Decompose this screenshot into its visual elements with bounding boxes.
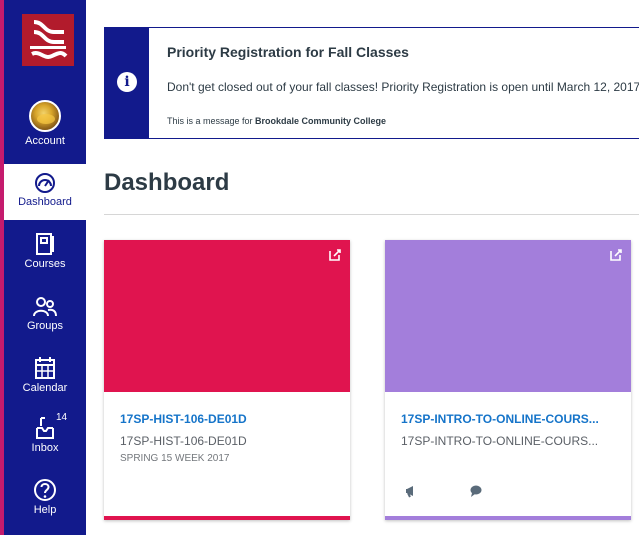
announcement-footer-prefix: This is a message for bbox=[167, 116, 256, 126]
nav-help[interactable]: Help bbox=[4, 478, 86, 516]
course-card-title[interactable]: 17SP-HIST-106-DE01D bbox=[120, 412, 247, 426]
nav-calendar[interactable]: Calendar bbox=[4, 356, 86, 394]
nav-help-label: Help bbox=[33, 504, 57, 516]
calendar-icon bbox=[35, 357, 55, 379]
inbox-unread-count: 14 bbox=[56, 412, 68, 423]
nav-groups[interactable]: Groups bbox=[4, 296, 86, 332]
nav-account[interactable]: Account bbox=[4, 100, 86, 147]
help-icon bbox=[34, 479, 56, 501]
announcement-title: Priority Registration for Fall Classes bbox=[167, 44, 409, 60]
announcement-footer-org: Brookdale Community College bbox=[255, 116, 387, 126]
course-card-color-strip bbox=[104, 516, 350, 520]
account-avatar bbox=[29, 100, 61, 132]
announcement-icon-bar: i bbox=[105, 28, 149, 138]
global-nav: Account Dashboard Courses Groups Calenda… bbox=[0, 0, 86, 535]
course-card-code: 17SP-HIST-106-DE01D bbox=[120, 434, 247, 448]
course-card-color-strip bbox=[385, 516, 631, 520]
dashboard-icon bbox=[35, 173, 55, 193]
nav-inbox[interactable]: 14 Inbox bbox=[4, 412, 86, 454]
college-logo[interactable] bbox=[22, 14, 74, 66]
course-card-intro[interactable]: 17SP-INTRO-TO-ONLINE-COURS... 17SP-INTRO… bbox=[385, 240, 631, 520]
inbox-icon bbox=[36, 417, 54, 439]
nav-courses[interactable]: Courses bbox=[4, 232, 86, 270]
nav-courses-label: Courses bbox=[24, 258, 66, 270]
nav-groups-label: Groups bbox=[26, 320, 64, 332]
nav-account-label: Account bbox=[25, 135, 65, 147]
announcement-body: Don't get closed out of your fall classe… bbox=[167, 80, 639, 94]
course-card-hist[interactable]: 17SP-HIST-106-DE01D 17SP-HIST-106-DE01D … bbox=[104, 240, 350, 520]
course-card-code: 17SP-INTRO-TO-ONLINE-COURS... bbox=[401, 434, 599, 448]
announcement-footer: This is a message for Brookdale Communit… bbox=[167, 116, 386, 126]
card-options-icon[interactable] bbox=[328, 248, 342, 262]
nav-calendar-label: Calendar bbox=[22, 382, 68, 394]
course-card-hero[interactable] bbox=[385, 240, 631, 392]
courses-icon bbox=[36, 233, 54, 255]
page-title: Dashboard bbox=[104, 169, 230, 196]
course-card-title[interactable]: 17SP-INTRO-TO-ONLINE-COURS... bbox=[401, 412, 599, 426]
course-card-hero[interactable] bbox=[104, 240, 350, 392]
groups-icon bbox=[33, 297, 57, 317]
title-divider bbox=[104, 214, 639, 215]
nav-dashboard-label: Dashboard bbox=[18, 196, 72, 208]
app: Account Dashboard Courses Groups Calenda… bbox=[0, 0, 639, 535]
global-announcement: i Priority Registration for Fall Classes… bbox=[104, 27, 639, 139]
nav-dashboard[interactable]: Dashboard bbox=[4, 164, 86, 220]
course-card-term: SPRING 15 WEEK 2017 bbox=[120, 453, 230, 464]
card-options-icon[interactable] bbox=[609, 248, 623, 262]
discussions-icon[interactable] bbox=[469, 484, 483, 498]
nav-inbox-label: Inbox bbox=[31, 442, 59, 454]
info-icon: i bbox=[117, 72, 137, 92]
announcements-icon[interactable] bbox=[405, 484, 421, 498]
